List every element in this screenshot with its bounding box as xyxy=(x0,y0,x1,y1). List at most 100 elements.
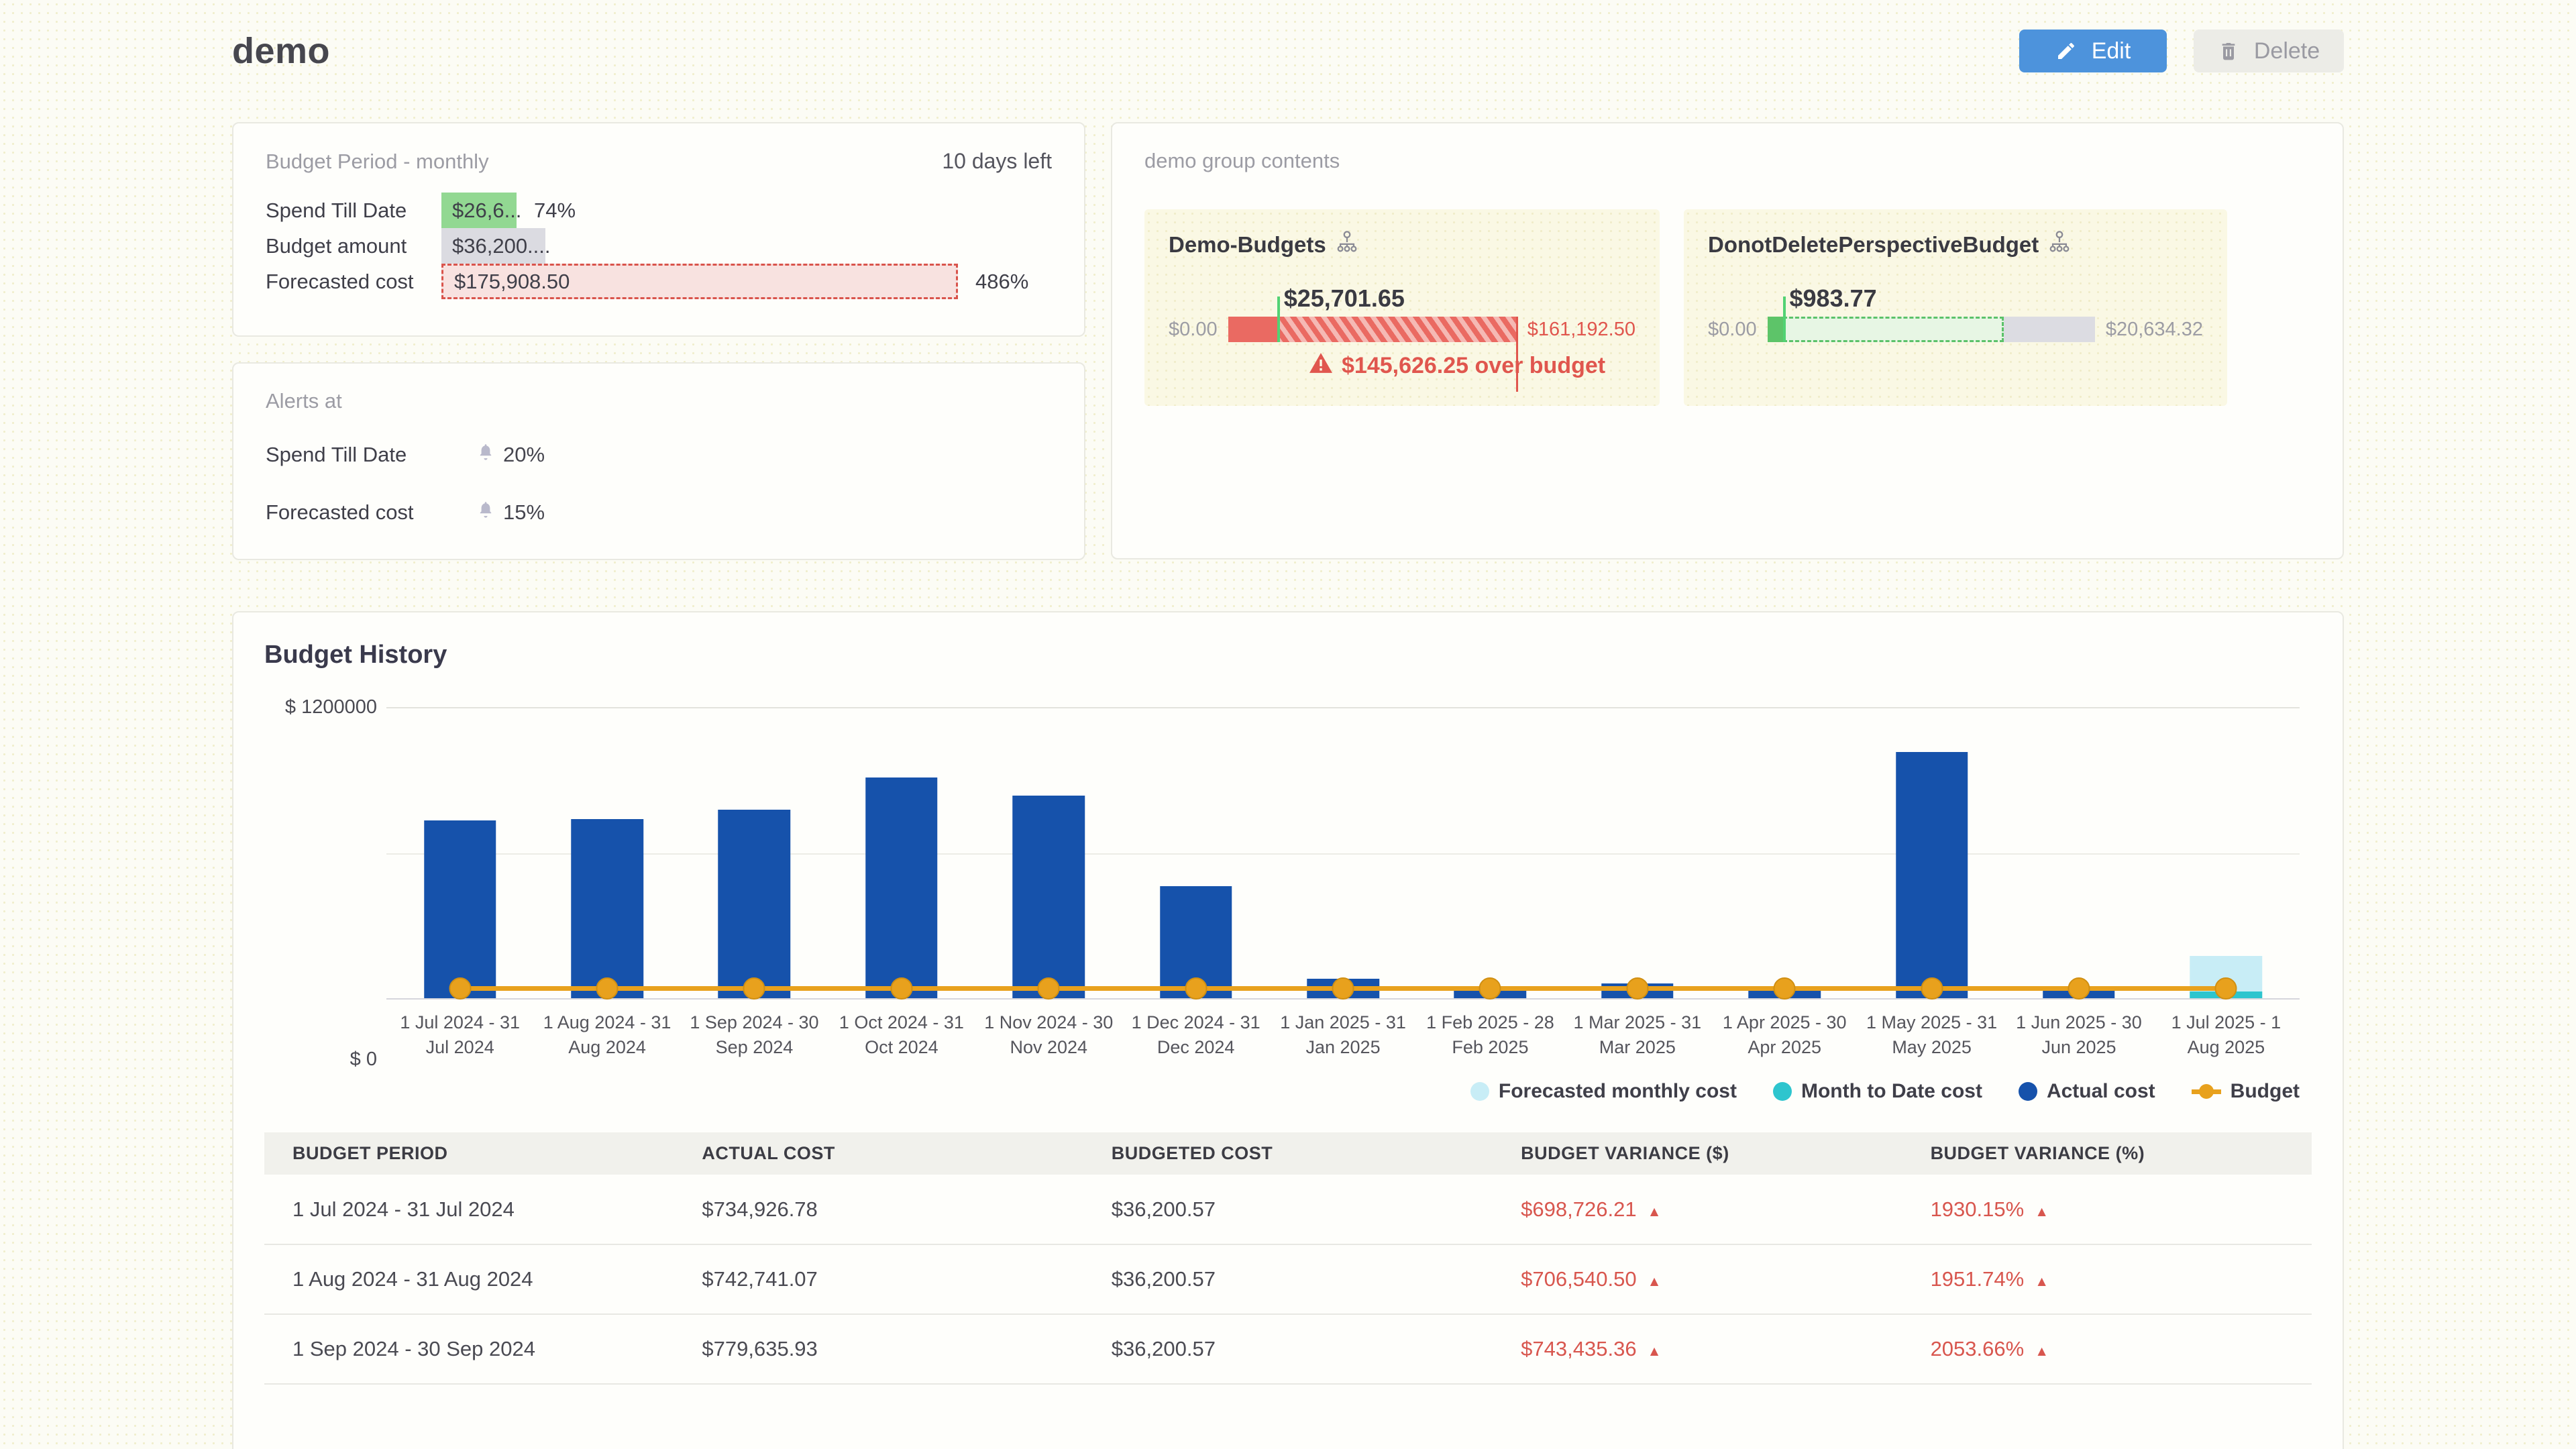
table-header-cell: BUDGET PERIOD xyxy=(264,1132,674,1175)
edit-button[interactable]: Edit xyxy=(2019,30,2167,72)
alerts-card: Alerts at Spend Till Date 20% Forecasted… xyxy=(232,362,1085,560)
actual-cost-bar xyxy=(865,777,938,998)
alert-row-forecast: Forecasted cost 15% xyxy=(266,500,1052,525)
bell-icon xyxy=(476,500,495,525)
chart-slot xyxy=(533,708,680,998)
table-cell: $743,435.36▲ xyxy=(1493,1314,1902,1384)
gauge-remaining-segment xyxy=(2004,317,2095,342)
chart-legend: Forecasted monthly cost Month to Date cos… xyxy=(264,1080,2300,1103)
budget-period-title: Budget Period - monthly xyxy=(266,150,489,174)
table-header-row: BUDGET PERIODACTUAL COSTBUDGETED COSTBUD… xyxy=(264,1132,2312,1175)
budget-amount-chip: $36,200.... xyxy=(441,228,545,264)
hierarchy-icon xyxy=(2049,231,2070,259)
x-axis-label: 1 Oct 2024 - 31Oct 2024 xyxy=(828,1010,975,1060)
legend-label: Month to Date cost xyxy=(1801,1080,1982,1103)
budget-amount-label: Budget amount xyxy=(266,234,441,258)
chart-slot xyxy=(1269,708,1416,998)
table-body: 1 Jul 2024 - 31 Jul 2024$734,926.78$36,2… xyxy=(264,1175,2312,1384)
budget-gauge-bar: $983.77 xyxy=(1768,317,2095,342)
x-axis-label: 1 Dec 2024 - 31Dec 2024 xyxy=(1122,1010,1269,1060)
x-axis-label: 1 Apr 2025 - 30Apr 2025 xyxy=(1711,1010,1858,1060)
gauge-budget-tick xyxy=(1783,297,1786,342)
summary-row: Budget Period - monthly 10 days left Spe… xyxy=(232,122,2344,560)
table-cell: 2053.66%▲ xyxy=(1902,1314,2312,1384)
alert-spend-value: 20% xyxy=(503,443,545,467)
legend-label: Actual cost xyxy=(2047,1080,2155,1103)
actual-cost-bar xyxy=(571,819,643,998)
chart-slot xyxy=(1711,708,1858,998)
legend-item[interactable]: Forecasted monthly cost xyxy=(1470,1080,1737,1103)
delete-button-label: Delete xyxy=(2254,38,2320,64)
budget-item-name: DonotDeletePerspectiveBudget xyxy=(1708,232,2039,258)
alert-spend-label: Spend Till Date xyxy=(266,443,476,467)
table-cell: 1930.15%▲ xyxy=(1902,1175,2312,1244)
legend-label: Forecasted monthly cost xyxy=(1499,1080,1737,1103)
variance-up-icon: ▲ xyxy=(1648,1344,1662,1359)
spend-till-date-pct: 74% xyxy=(534,199,576,223)
x-axis-label: 1 Nov 2024 - 30Nov 2024 xyxy=(975,1010,1122,1060)
forecasted-cost-label: Forecasted cost xyxy=(266,270,441,294)
alert-forecast-value: 15% xyxy=(503,500,545,525)
budget-period-card: Budget Period - monthly 10 days left Spe… xyxy=(232,122,1085,337)
budget-marker xyxy=(1774,977,1796,1000)
actual-cost-bar xyxy=(718,810,791,998)
legend-item[interactable]: Actual cost xyxy=(2019,1080,2155,1103)
gauge-spent-segment xyxy=(1228,317,1277,342)
budget-marker xyxy=(1626,977,1648,1000)
chart-slot xyxy=(1564,708,1711,998)
budget-history-table: BUDGET PERIODACTUAL COSTBUDGETED COSTBUD… xyxy=(264,1132,2312,1385)
legend-label: Budget xyxy=(2231,1080,2300,1103)
budget-marker xyxy=(2215,977,2237,1000)
budget-amount-row: Budget amount $36,200.... xyxy=(266,228,1052,264)
chart-slot xyxy=(681,708,828,998)
budget-marker xyxy=(596,977,619,1000)
gauge-overbudget-segment xyxy=(1277,317,1517,342)
chart-slot xyxy=(2153,708,2300,998)
budget-marker xyxy=(743,977,765,1000)
legend-item[interactable]: Budget xyxy=(2192,1080,2300,1103)
alert-row-spend: Spend Till Date 20% xyxy=(266,443,1052,467)
budget-item-name: Demo-Budgets xyxy=(1169,232,1326,258)
bell-icon xyxy=(476,443,495,467)
budget-gauge-bar: $25,701.65 xyxy=(1228,317,1517,342)
chart-slot xyxy=(975,708,1122,998)
budget-history-chart: $ 1200000 $ 0 1 Jul 2024 - 31Jul 20241 A… xyxy=(264,707,2312,1060)
forecasted-cost-chip: $175,908.50 xyxy=(441,264,958,299)
actual-cost-bar xyxy=(424,820,496,998)
chart-slot xyxy=(1417,708,1564,998)
over-budget-note: $145,626.25 over budget xyxy=(1342,353,1605,379)
legend-dot xyxy=(1470,1082,1489,1101)
table-cell: 1951.74%▲ xyxy=(1902,1244,2312,1314)
spend-till-date-chip: $26,6... xyxy=(441,193,517,228)
gauge-start-value: $0.00 xyxy=(1169,319,1218,341)
forecasted-cost-pct: 486% xyxy=(975,270,1028,294)
warning-icon xyxy=(1309,353,1332,379)
table-header-cell: BUDGET VARIANCE (%) xyxy=(1902,1132,2312,1175)
table-row: 1 Aug 2024 - 31 Aug 2024$742,741.07$36,2… xyxy=(264,1244,2312,1314)
variance-up-icon: ▲ xyxy=(1648,1204,1662,1220)
table-cell: $734,926.78 xyxy=(674,1175,1083,1244)
gauge-end-value: $20,634.32 xyxy=(2106,319,2203,341)
pencil-icon xyxy=(2055,40,2077,62)
y-axis-zero-label: $ 0 xyxy=(350,1049,377,1071)
gauge-spent-segment xyxy=(1768,317,1783,342)
table-cell: 1 Sep 2024 - 30 Sep 2024 xyxy=(264,1314,674,1384)
legend-item[interactable]: Month to Date cost xyxy=(1773,1080,1982,1103)
budget-item-demo-budgets: Demo-Budgets $0.00 $25,701.6 xyxy=(1144,209,1660,406)
x-axis-label: 1 Jul 2024 - 31Jul 2024 xyxy=(386,1010,533,1060)
hierarchy-icon xyxy=(1337,231,1357,259)
table-row: 1 Sep 2024 - 30 Sep 2024$779,635.93$36,2… xyxy=(264,1314,2312,1384)
delete-button[interactable]: Delete xyxy=(2194,30,2344,72)
gauge-forecast-segment xyxy=(1783,317,2004,342)
chart-plot xyxy=(386,707,2300,1000)
table-cell: $742,741.07 xyxy=(674,1244,1083,1314)
group-contents-title: demo group contents xyxy=(1144,149,2310,173)
variance-up-icon: ▲ xyxy=(1648,1274,1662,1289)
x-axis-label: 1 Aug 2024 - 31Aug 2024 xyxy=(533,1010,680,1060)
group-contents-card: demo group contents Demo-Budgets $0.00 xyxy=(1111,122,2344,559)
table-header-cell: ACTUAL COST xyxy=(674,1132,1083,1175)
table-cell: $779,635.93 xyxy=(674,1314,1083,1384)
budget-marker xyxy=(1185,977,1207,1000)
gauge-spend-value: $25,701.65 xyxy=(1284,284,1405,313)
gauge-start-value: $0.00 xyxy=(1708,319,1757,341)
